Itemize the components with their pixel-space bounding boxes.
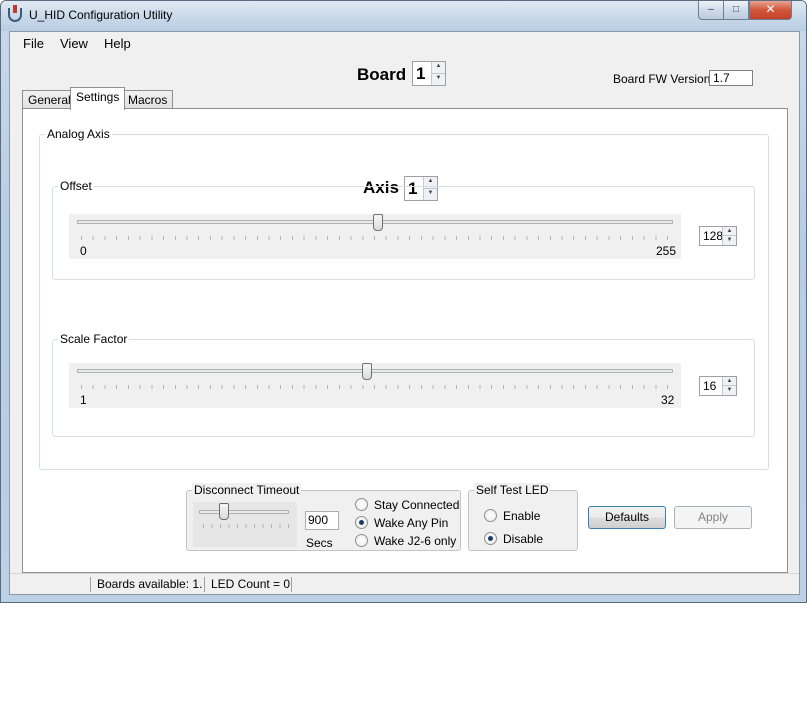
spin-down-icon[interactable]: ▼ <box>723 386 736 395</box>
led-enable-radio[interactable] <box>484 509 497 522</box>
wake-j2-6-radio[interactable] <box>355 534 368 547</box>
board-spinner-value: 1 <box>416 64 426 83</box>
disconnect-slider-ticks <box>203 524 289 528</box>
scale-slider-thumb[interactable] <box>362 363 372 380</box>
stay-connected-label[interactable]: Stay Connected <box>374 498 459 512</box>
client-area: File View Help Board 1 ▲ ▼ Board FW Vers… <box>9 31 800 595</box>
offset-title: Offset <box>58 179 94 193</box>
disconnect-timeout-title: Disconnect Timeout <box>192 483 302 497</box>
tab-general[interactable]: General <box>22 90 77 109</box>
spin-up-icon[interactable]: ▲ <box>723 377 736 386</box>
menu-view[interactable]: View <box>60 36 88 51</box>
analog-axis-title: Analog Axis <box>45 127 112 141</box>
status-boards-available: Boards available: 1. <box>90 577 202 592</box>
menu-file[interactable]: File <box>23 36 44 51</box>
maximize-button[interactable]: □ <box>723 1 749 20</box>
offset-spinner[interactable]: 128 ▲ ▼ <box>699 226 737 246</box>
status-bar: Boards available: 1. LED Count = 0 <box>10 573 799 594</box>
disconnect-slider-track <box>199 510 289 514</box>
fw-version-label: Board FW Version <box>613 72 711 86</box>
scale-spinner-value: 16 <box>703 379 717 393</box>
main-window: U_HID Configuration Utility – □ ✕ File V… <box>0 0 807 603</box>
menu-bar: File View Help <box>10 32 799 56</box>
minimize-button[interactable]: – <box>698 1 724 20</box>
wake-j2-6-label[interactable]: Wake J2-6 only <box>374 534 456 548</box>
board-spinner[interactable]: 1 ▲ ▼ <box>412 61 446 86</box>
offset-spinner-value: 128 <box>703 229 724 243</box>
offset-max-label: 255 <box>656 244 677 258</box>
tab-macros[interactable]: Macros <box>122 90 174 109</box>
scale-min-label: 1 <box>80 393 87 407</box>
spin-up-icon[interactable]: ▲ <box>432 62 445 74</box>
fw-version-field: 1.7 <box>709 70 753 86</box>
defaults-button[interactable]: Defaults <box>588 506 666 529</box>
disconnect-timeout-group: Disconnect Timeout 900 Secs Stay Connect… <box>186 483 461 551</box>
led-disable-radio[interactable] <box>484 532 497 545</box>
secs-label: Secs <box>306 536 333 550</box>
scale-slider[interactable]: 1 32 <box>69 363 681 408</box>
spin-down-icon[interactable]: ▼ <box>432 74 445 86</box>
led-enable-label[interactable]: Enable <box>503 509 540 523</box>
spin-down-icon[interactable]: ▼ <box>723 236 736 245</box>
wake-any-pin-radio[interactable] <box>355 516 368 529</box>
wake-any-pin-label[interactable]: Wake Any Pin <box>374 516 448 530</box>
board-label: Board <box>357 65 407 84</box>
app-icon[interactable] <box>8 5 22 22</box>
status-segment-empty <box>10 577 90 592</box>
scale-max-label: 32 <box>661 393 675 407</box>
stay-connected-radio[interactable] <box>355 498 368 511</box>
offset-min-label: 0 <box>80 244 87 258</box>
self-test-led-title: Self Test LED <box>474 483 551 497</box>
spin-up-icon[interactable]: ▲ <box>723 227 736 236</box>
disconnect-slider-thumb[interactable] <box>219 503 229 520</box>
status-divider <box>291 577 292 592</box>
disconnect-seconds-input[interactable]: 900 <box>305 511 339 530</box>
scale-factor-title: Scale Factor <box>58 332 130 346</box>
self-test-led-group: Self Test LED Enable Disable <box>468 483 578 551</box>
offset-slider-thumb[interactable] <box>373 214 383 231</box>
disconnect-slider[interactable] <box>193 502 297 547</box>
scale-spinner[interactable]: 16 ▲ ▼ <box>699 376 737 396</box>
scale-slider-track <box>77 369 673 373</box>
scale-slider-ticks <box>81 385 673 389</box>
apply-button[interactable]: Apply <box>674 506 752 529</box>
status-led-count: LED Count = 0 <box>204 577 290 592</box>
led-disable-label[interactable]: Disable <box>503 532 543 546</box>
title-bar[interactable]: U_HID Configuration Utility – □ ✕ <box>1 1 806 31</box>
close-button[interactable]: ✕ <box>749 1 792 20</box>
window-title: U_HID Configuration Utility <box>29 8 173 22</box>
offset-slider[interactable]: 0 255 <box>69 214 681 259</box>
offset-slider-ticks <box>81 236 673 240</box>
menu-help[interactable]: Help <box>104 36 131 51</box>
tab-settings[interactable]: Settings <box>70 87 126 110</box>
